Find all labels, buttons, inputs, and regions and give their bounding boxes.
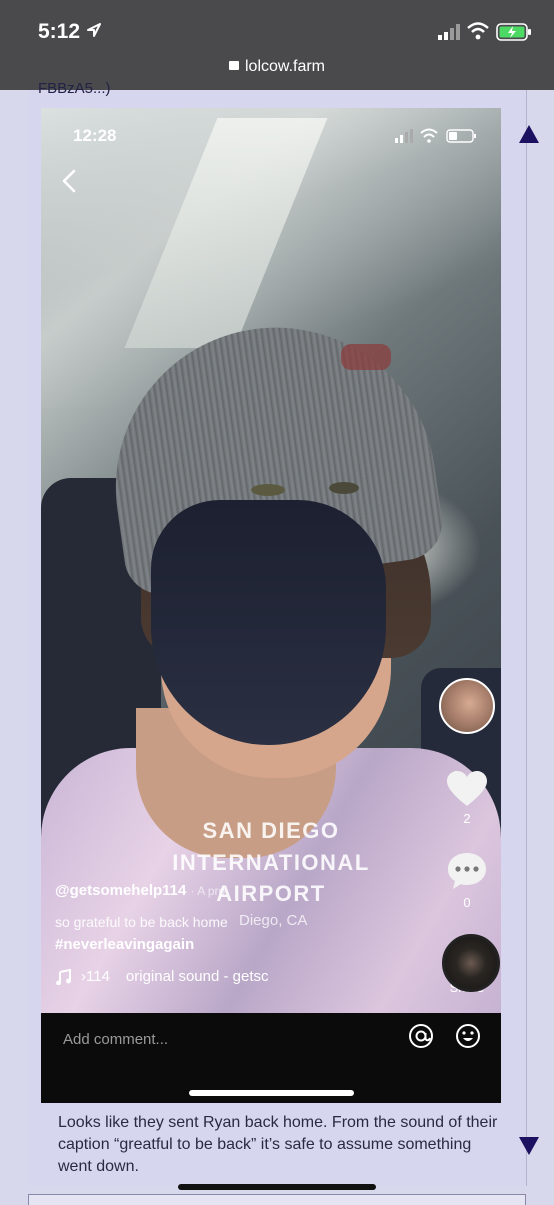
music-row[interactable]: ›114 original sound - getsc <box>55 968 269 986</box>
home-indicator <box>189 1090 354 1096</box>
music-note-icon <box>56 969 71 986</box>
eye <box>251 484 285 496</box>
comment-button[interactable]: 0 <box>439 850 495 910</box>
username-link[interactable]: @getsomehelp114 · A pro <box>55 882 225 899</box>
comment-bubble-icon <box>448 853 486 889</box>
video-frame <box>41 108 501 1013</box>
back-chevron-icon[interactable] <box>55 166 85 196</box>
caption-text: so grateful to be back home <box>55 914 228 930</box>
like-button[interactable]: 2 <box>439 770 495 826</box>
comment-input[interactable] <box>61 1030 315 1049</box>
scroll-down-arrow-icon[interactable] <box>519 1137 539 1155</box>
scroll-up-arrow-icon[interactable] <box>519 125 539 143</box>
location-sticker: INTERNATIONAL <box>172 850 370 875</box>
music-prefix: ›114 <box>81 968 110 985</box>
battery-charging-icon <box>496 23 531 41</box>
avatar <box>439 678 495 734</box>
wifi-icon <box>467 22 489 40</box>
eye <box>329 482 359 494</box>
embedded-status-icons <box>395 128 476 143</box>
url-bar[interactable]: lolcow.farm <box>0 58 554 76</box>
face-mask <box>151 500 386 745</box>
post-truncated-text: FBBzA5...) <box>38 80 111 97</box>
comment-bar <box>41 1013 501 1103</box>
embedded-status-time: 12:28 <box>73 126 117 145</box>
location-sticker: SAN DIEGO <box>202 818 340 843</box>
profile-button[interactable] <box>439 678 495 734</box>
cellular-signal-icon <box>438 24 460 40</box>
status-time: 5:12 <box>38 20 81 43</box>
music-disc-icon[interactable] <box>442 934 500 992</box>
heart-icon <box>447 771 487 806</box>
forum-page: FBBzA5...) 12:28 2 0 SAN DIEGO INTERNATI… <box>0 80 554 1205</box>
post-body: Looks like they sent Ryan back home. Fro… <box>58 1114 498 1175</box>
hashtag-link[interactable]: #neverleavingagain <box>55 936 194 953</box>
location-arrow-icon <box>87 23 101 37</box>
like-count: 2 <box>463 811 471 826</box>
mention-at-icon[interactable] <box>408 1023 434 1049</box>
comment-count: 0 <box>463 895 471 910</box>
post-age: · A pro <box>190 884 226 898</box>
location-sticker-sub: Diego, CA <box>239 912 308 929</box>
emoji-icon[interactable] <box>455 1023 481 1049</box>
sound-name: original sound - getsc <box>125 968 269 985</box>
url-text: lolcow.farm <box>244 58 326 75</box>
lock-icon <box>228 61 239 71</box>
home-indicator <box>178 1184 376 1190</box>
embedded-screenshot[interactable]: 12:28 2 0 SAN DIEGO INTERNATIONAL AIRPOR… <box>41 108 501 1103</box>
outer-status-bar: 5:12 lolcow.farm <box>0 0 554 90</box>
